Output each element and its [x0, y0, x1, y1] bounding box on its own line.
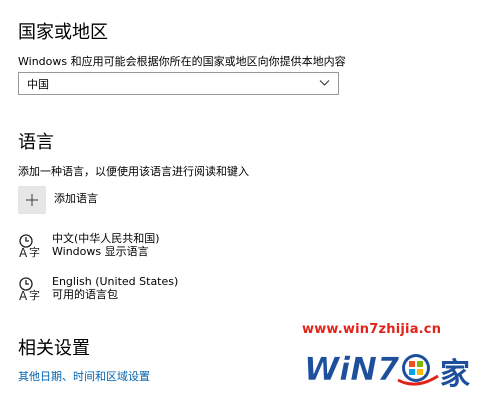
language-name: 中文(中华人民共和国)	[52, 232, 160, 245]
related-settings-heading: 相关设置	[18, 338, 90, 359]
svg-text:字: 字	[29, 245, 40, 259]
svg-text:A: A	[19, 289, 28, 302]
date-time-region-link[interactable]: 其他日期、时间和区域设置	[18, 368, 150, 384]
plus-icon	[26, 194, 38, 206]
chevron-down-icon	[319, 80, 330, 86]
country-dropdown-value: 中国	[27, 77, 49, 91]
language-name: English (United States)	[52, 275, 179, 288]
logo-jia-text: 家	[440, 357, 470, 392]
watermark-url: www.win7zhijia.cn	[302, 322, 442, 337]
language-item-english[interactable]: A 字 English (United States) 可用的语言包	[18, 275, 178, 302]
language-status: 可用的语言包	[52, 288, 118, 301]
country-dropdown[interactable]: 中国	[18, 72, 339, 95]
language-region-settings-page: 国家或地区 Windows 和应用可能会根据你所在的国家或地区向你提供本地内容 …	[0, 0, 500, 400]
watermark: www.win7zhijia.cn WiN7 家	[298, 322, 490, 396]
language-icon: A 字	[19, 234, 40, 259]
language-description: 添加一种语言，以便使用该语言进行阅读和键入	[18, 165, 249, 178]
language-heading: 语言	[18, 132, 54, 153]
region-description: Windows 和应用可能会根据你所在的国家或地区向你提供本地内容	[18, 55, 346, 68]
language-item-chinese[interactable]: A 字 中文(中华人民共和国) Windows 显示语言	[18, 232, 160, 259]
add-language-button[interactable]	[18, 186, 46, 214]
add-language-row[interactable]: 添加语言	[18, 186, 98, 216]
logo-win7-text: WiN7	[304, 350, 400, 388]
win7-logo: WiN7 家	[298, 342, 488, 394]
svg-text:A: A	[19, 246, 28, 259]
language-status: Windows 显示语言	[52, 245, 149, 258]
region-heading: 国家或地区	[18, 22, 108, 43]
language-icon: A 字	[19, 277, 40, 302]
add-language-label[interactable]: 添加语言	[54, 190, 98, 216]
svg-text:字: 字	[29, 288, 40, 302]
